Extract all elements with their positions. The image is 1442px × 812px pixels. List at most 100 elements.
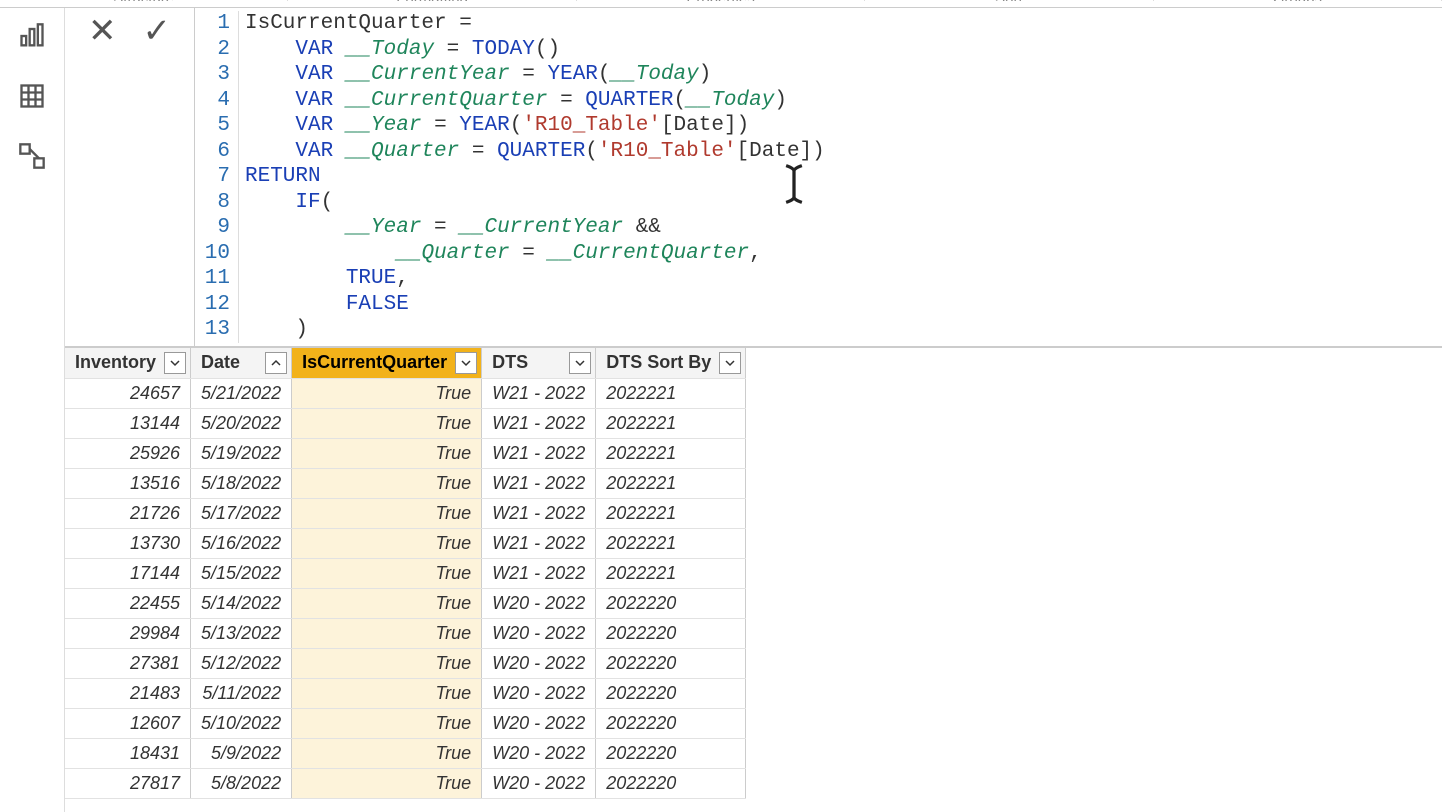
cell[interactable]: True [292, 438, 482, 468]
cell[interactable]: 2022221 [596, 558, 746, 588]
cell[interactable]: 2022220 [596, 588, 746, 618]
table-row[interactable]: 126075/10/2022TrueW20 - 20222022220 [65, 708, 746, 738]
cell[interactable]: 2022220 [596, 738, 746, 768]
cell[interactable]: W21 - 2022 [482, 408, 596, 438]
cell[interactable]: 5/19/2022 [191, 438, 292, 468]
column-header-date[interactable]: Date [191, 348, 292, 378]
table-row[interactable]: 135165/18/2022TrueW21 - 20222022221 [65, 468, 746, 498]
cell[interactable]: 5/8/2022 [191, 768, 292, 798]
model-view-icon[interactable] [12, 136, 52, 176]
cell[interactable]: 5/14/2022 [191, 588, 292, 618]
cell[interactable]: W20 - 2022 [482, 738, 596, 768]
table-row[interactable]: 171445/15/2022TrueW21 - 20222022221 [65, 558, 746, 588]
cell[interactable]: W20 - 2022 [482, 768, 596, 798]
cell[interactable]: 13516 [65, 468, 191, 498]
data-view-icon[interactable] [12, 76, 52, 116]
cell[interactable]: 2022221 [596, 378, 746, 408]
report-view-icon[interactable] [12, 16, 52, 56]
cell[interactable]: 2022221 [596, 408, 746, 438]
ribbon-tab-formatting[interactable]: Formatting [288, 0, 576, 1]
dax-editor[interactable]: 12345678910111213 IsCurrentQuarter = VAR… [195, 8, 1442, 346]
cell[interactable]: 29984 [65, 618, 191, 648]
ribbon-tab-structure[interactable]: Structure [0, 0, 288, 1]
cell[interactable]: 2022220 [596, 648, 746, 678]
table-row[interactable]: 278175/8/2022TrueW20 - 20222022220 [65, 768, 746, 798]
cell[interactable]: 22455 [65, 588, 191, 618]
cell[interactable]: True [292, 498, 482, 528]
cell[interactable]: True [292, 558, 482, 588]
cell[interactable]: W20 - 2022 [482, 588, 596, 618]
cell[interactable]: 2022221 [596, 468, 746, 498]
cell[interactable]: 2022221 [596, 498, 746, 528]
cell[interactable]: True [292, 648, 482, 678]
data-grid[interactable]: InventoryDateIsCurrentQuarterDTSDTS Sort… [65, 348, 1442, 812]
cell[interactable]: 5/10/2022 [191, 708, 292, 738]
table-row[interactable]: 217265/17/2022TrueW21 - 20222022221 [65, 498, 746, 528]
commit-formula-icon[interactable]: ✓ [139, 12, 176, 50]
cell[interactable]: 24657 [65, 378, 191, 408]
cell[interactable]: W20 - 2022 [482, 618, 596, 648]
column-header-dtssort[interactable]: DTS Sort By [596, 348, 746, 378]
cell[interactable]: True [292, 618, 482, 648]
cell[interactable]: 5/11/2022 [191, 678, 292, 708]
cell[interactable]: W20 - 2022 [482, 678, 596, 708]
column-header-dts[interactable]: DTS [482, 348, 596, 378]
cell[interactable]: 5/21/2022 [191, 378, 292, 408]
cell[interactable]: True [292, 768, 482, 798]
table-row[interactable]: 246575/21/2022TrueW21 - 20222022221 [65, 378, 746, 408]
cell[interactable]: True [292, 408, 482, 438]
table-row[interactable]: 224555/14/2022TrueW20 - 20222022220 [65, 588, 746, 618]
cell[interactable]: 5/17/2022 [191, 498, 292, 528]
cell[interactable]: W21 - 2022 [482, 528, 596, 558]
table-row[interactable]: 259265/19/2022TrueW21 - 20222022221 [65, 438, 746, 468]
table-row[interactable]: 131445/20/2022TrueW21 - 20222022221 [65, 408, 746, 438]
cell[interactable]: 2022220 [596, 768, 746, 798]
table-row[interactable]: 273815/12/2022TrueW20 - 20222022220 [65, 648, 746, 678]
ribbon-tab-properties[interactable]: Properties [577, 0, 865, 1]
column-header-iscurrent[interactable]: IsCurrentQuarter [292, 348, 482, 378]
cell[interactable]: True [292, 708, 482, 738]
table-row[interactable]: 299845/13/2022TrueW20 - 20222022220 [65, 618, 746, 648]
filter-dropdown-icon[interactable] [455, 352, 477, 374]
cell[interactable]: 2022220 [596, 708, 746, 738]
cell[interactable]: True [292, 528, 482, 558]
filter-dropdown-icon[interactable] [569, 352, 591, 374]
cell[interactable]: True [292, 678, 482, 708]
cell[interactable]: 5/18/2022 [191, 468, 292, 498]
cell[interactable]: W21 - 2022 [482, 378, 596, 408]
cell[interactable]: W21 - 2022 [482, 498, 596, 528]
filter-dropdown-icon[interactable] [719, 352, 741, 374]
cell[interactable]: True [292, 468, 482, 498]
cell[interactable]: True [292, 738, 482, 768]
cell[interactable]: 25926 [65, 438, 191, 468]
dax-code[interactable]: IsCurrentQuarter = VAR __Today = TODAY()… [239, 11, 825, 343]
cancel-formula-icon[interactable]: ✕ [84, 12, 121, 50]
cell[interactable]: W21 - 2022 [482, 468, 596, 498]
cell[interactable]: 21483 [65, 678, 191, 708]
cell[interactable]: 2022220 [596, 678, 746, 708]
ribbon-tab-sort[interactable]: Sort [865, 0, 1153, 1]
cell[interactable]: 12607 [65, 708, 191, 738]
table-row[interactable]: 184315/9/2022TrueW20 - 20222022220 [65, 738, 746, 768]
cell[interactable]: True [292, 588, 482, 618]
cell[interactable]: 5/9/2022 [191, 738, 292, 768]
cell[interactable]: 13730 [65, 528, 191, 558]
cell[interactable]: W21 - 2022 [482, 438, 596, 468]
table-row[interactable]: 137305/16/2022TrueW21 - 20222022221 [65, 528, 746, 558]
cell[interactable]: W20 - 2022 [482, 648, 596, 678]
cell[interactable]: 5/20/2022 [191, 408, 292, 438]
ribbon-tab-groups[interactable]: Groups [1154, 0, 1442, 1]
cell[interactable]: 5/15/2022 [191, 558, 292, 588]
table-row[interactable]: 214835/11/2022TrueW20 - 20222022220 [65, 678, 746, 708]
cell[interactable]: 2022221 [596, 528, 746, 558]
cell[interactable]: 18431 [65, 738, 191, 768]
cell[interactable]: 13144 [65, 408, 191, 438]
cell[interactable]: 2022221 [596, 438, 746, 468]
cell[interactable]: W20 - 2022 [482, 708, 596, 738]
cell[interactable]: 17144 [65, 558, 191, 588]
filter-dropdown-icon[interactable] [265, 352, 287, 374]
cell[interactable]: 5/12/2022 [191, 648, 292, 678]
cell[interactable]: 27381 [65, 648, 191, 678]
cell[interactable]: 27817 [65, 768, 191, 798]
filter-dropdown-icon[interactable] [164, 352, 186, 374]
